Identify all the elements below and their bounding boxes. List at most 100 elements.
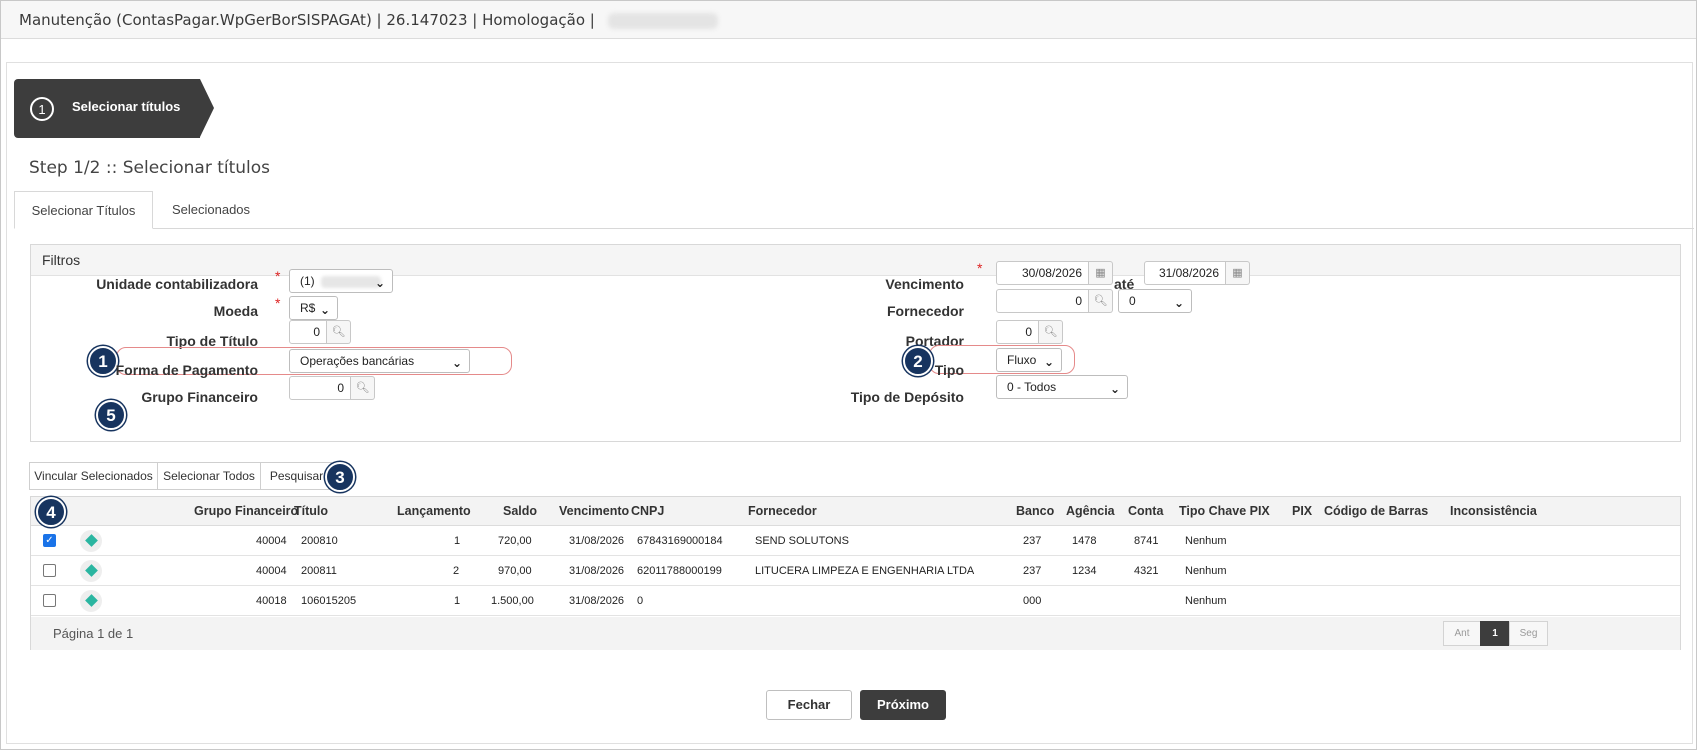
col-lancamento: Lançamento <box>397 504 471 518</box>
table-row[interactable]: ✓ 40004 200810 1 720,00 31/08/2026 67843… <box>31 526 1680 556</box>
pagination-page-1[interactable]: 1 <box>1480 621 1510 646</box>
redacted-text <box>607 12 718 29</box>
cell-titulo: 106015205 <box>301 595 357 607</box>
col-grupo-financeiro: Grupo Financeiro <box>194 504 299 518</box>
search-icon[interactable]: 🔍︎ <box>327 320 351 344</box>
cell-cnpj: 67843169000184 <box>637 535 723 547</box>
grupo-financeiro-input[interactable]: 0 <box>289 376 351 400</box>
cell-conta: 4321 <box>1134 565 1159 577</box>
table-row[interactable]: 40004 200811 2 970,00 31/08/2026 6201178… <box>31 556 1680 586</box>
callout-badge-4: 4 <box>36 497 66 527</box>
search-icon[interactable]: 🔍︎ <box>1039 320 1063 344</box>
window-title-bar: Manutenção (ContasPagar.WpGerBorSISPAGAt… <box>1 1 1696 39</box>
cell-banco: 237 <box>1023 565 1042 577</box>
diamond-icon <box>85 534 98 547</box>
wizard-step-2[interactable]: 2 Dados do borderô <box>200 79 401 138</box>
col-tipo-chave-pix: Tipo Chave PIX <box>1179 504 1270 518</box>
cell-grupo: 40018 <box>256 595 287 607</box>
chevron-down-icon: ⌄ <box>374 276 385 290</box>
required-mark: * <box>275 268 281 284</box>
cell-saldo: 1.500,00 <box>491 595 534 607</box>
cell-tipo-pix: Nenhum <box>1185 595 1227 607</box>
table-footer: Página 1 de 1 <box>31 617 1680 650</box>
unidade-value: (1) <box>300 274 315 288</box>
tab-selecionar-titulos[interactable]: Selecionar Títulos <box>14 191 153 229</box>
calendar-icon[interactable]: ▦ <box>1226 261 1250 285</box>
calendar-icon[interactable]: ▦ <box>1089 261 1113 285</box>
fornecedor-label: Fornecedor <box>886 303 964 319</box>
tabs-divider <box>14 228 1694 229</box>
row-checkbox[interactable]: ✓ <box>43 534 56 547</box>
wizard-steps: 1 Selecionar títulos 2 Dados do borderô <box>14 79 401 138</box>
tipo-select[interactable]: Fluxo ⌄ <box>996 348 1062 372</box>
window-title: Manutenção (ContasPagar.WpGerBorSISPAGAt… <box>19 11 595 29</box>
cell-fornecedor: LITUCERA LIMPEZA E ENGENHARIA LTDA <box>755 565 975 577</box>
pagination-next-button[interactable]: Seg <box>1509 621 1548 646</box>
tipo-deposito-label: Tipo de Depósito <box>850 389 964 405</box>
fornecedor-select[interactable]: 0 ⌄ <box>1118 289 1192 313</box>
fechar-button[interactable]: Fechar <box>766 690 852 720</box>
moeda-label: Moeda <box>213 303 258 319</box>
fornecedor-input[interactable]: 0 <box>996 289 1089 313</box>
required-mark: * <box>275 295 281 311</box>
col-fornecedor: Fornecedor <box>748 504 817 518</box>
forma-pagamento-label: Forma de Pagamento <box>115 362 258 378</box>
row-detail-button[interactable] <box>80 560 102 582</box>
redacted-text <box>320 275 381 288</box>
diamond-icon <box>85 564 98 577</box>
chevron-down-icon: ⌄ <box>319 303 330 317</box>
wizard-step-1[interactable]: 1 Selecionar títulos <box>14 79 200 138</box>
moeda-select[interactable]: R$ ⌄ <box>289 296 338 320</box>
vencimento-from-input[interactable]: 30/08/2026 <box>996 261 1089 285</box>
row-checkbox[interactable] <box>43 564 56 577</box>
tipo-value: Fluxo <box>1007 353 1037 367</box>
col-codigo-barras: Código de Barras <box>1324 504 1429 518</box>
row-detail-button[interactable] <box>80 590 102 612</box>
cell-conta: 8741 <box>1134 535 1159 547</box>
cell-titulo: 200810 <box>301 535 338 547</box>
col-conta: Conta <box>1128 504 1164 518</box>
vencimento-label: Vencimento <box>885 276 964 292</box>
cell-saldo: 720,00 <box>498 535 532 547</box>
tipo-titulo-input[interactable]: 0 <box>289 320 327 344</box>
step-number: 1 <box>30 97 54 121</box>
selecionar-todos-button[interactable]: Selecionar Todos <box>157 462 261 490</box>
cell-lancamento: 1 <box>454 595 461 607</box>
cell-vencimento: 31/08/2026 <box>569 535 625 547</box>
col-vencimento: Vencimento <box>559 504 630 518</box>
results-table: Grupo Financeiro Título Lançamento Saldo… <box>30 496 1681 650</box>
cell-titulo: 200811 <box>301 565 337 577</box>
tab-selecionados[interactable]: Selecionados <box>156 191 266 229</box>
col-saldo: Saldo <box>503 504 538 518</box>
search-icon[interactable]: 🔍︎ <box>1089 289 1113 313</box>
forma-pagamento-select[interactable]: Operações bancárias ⌄ <box>289 349 470 373</box>
row-detail-button[interactable] <box>80 530 102 552</box>
col-pix: PIX <box>1292 504 1313 518</box>
cell-cnpj: 0 <box>637 595 644 607</box>
pagination-prev-button[interactable]: Ant <box>1443 621 1481 646</box>
forma-pagamento-value: Operações bancárias <box>300 354 415 368</box>
cell-grupo: 40004 <box>256 565 287 577</box>
cell-agencia: 1478 <box>1072 535 1097 547</box>
proximo-button[interactable]: Próximo <box>860 690 946 720</box>
step-arrow <box>200 79 214 137</box>
portador-input[interactable]: 0 <box>996 320 1039 344</box>
unidade-label: Unidade contabilizadora <box>96 276 258 292</box>
tipo-deposito-select[interactable]: 0 - Todos ⌄ <box>996 375 1128 399</box>
vencimento-to-input[interactable]: 31/08/2026 <box>1144 261 1226 285</box>
col-inconsistencia: Inconsistência <box>1450 504 1537 518</box>
search-icon[interactable]: 🔍︎ <box>351 376 375 400</box>
cell-banco: 000 <box>1023 595 1042 607</box>
unidade-select[interactable]: (1) ⌄ <box>289 269 393 293</box>
row-checkbox[interactable] <box>43 594 56 607</box>
required-mark: * <box>977 260 983 276</box>
pesquisar-button[interactable]: Pesquisar <box>260 462 332 490</box>
cell-grupo: 40004 <box>256 535 287 547</box>
cell-lancamento: 2 <box>453 565 460 577</box>
cell-lancamento: 1 <box>454 535 461 547</box>
vincular-selecionados-button[interactable]: Vincular Selecionados <box>29 462 158 490</box>
cell-saldo: 970,00 <box>498 565 532 577</box>
table-row[interactable]: 40018 106015205 1 1.500,00 31/08/2026 0 … <box>31 586 1680 616</box>
step-label: Selecionar títulos <box>72 99 181 114</box>
chevron-down-icon: ⌄ <box>1173 296 1184 310</box>
